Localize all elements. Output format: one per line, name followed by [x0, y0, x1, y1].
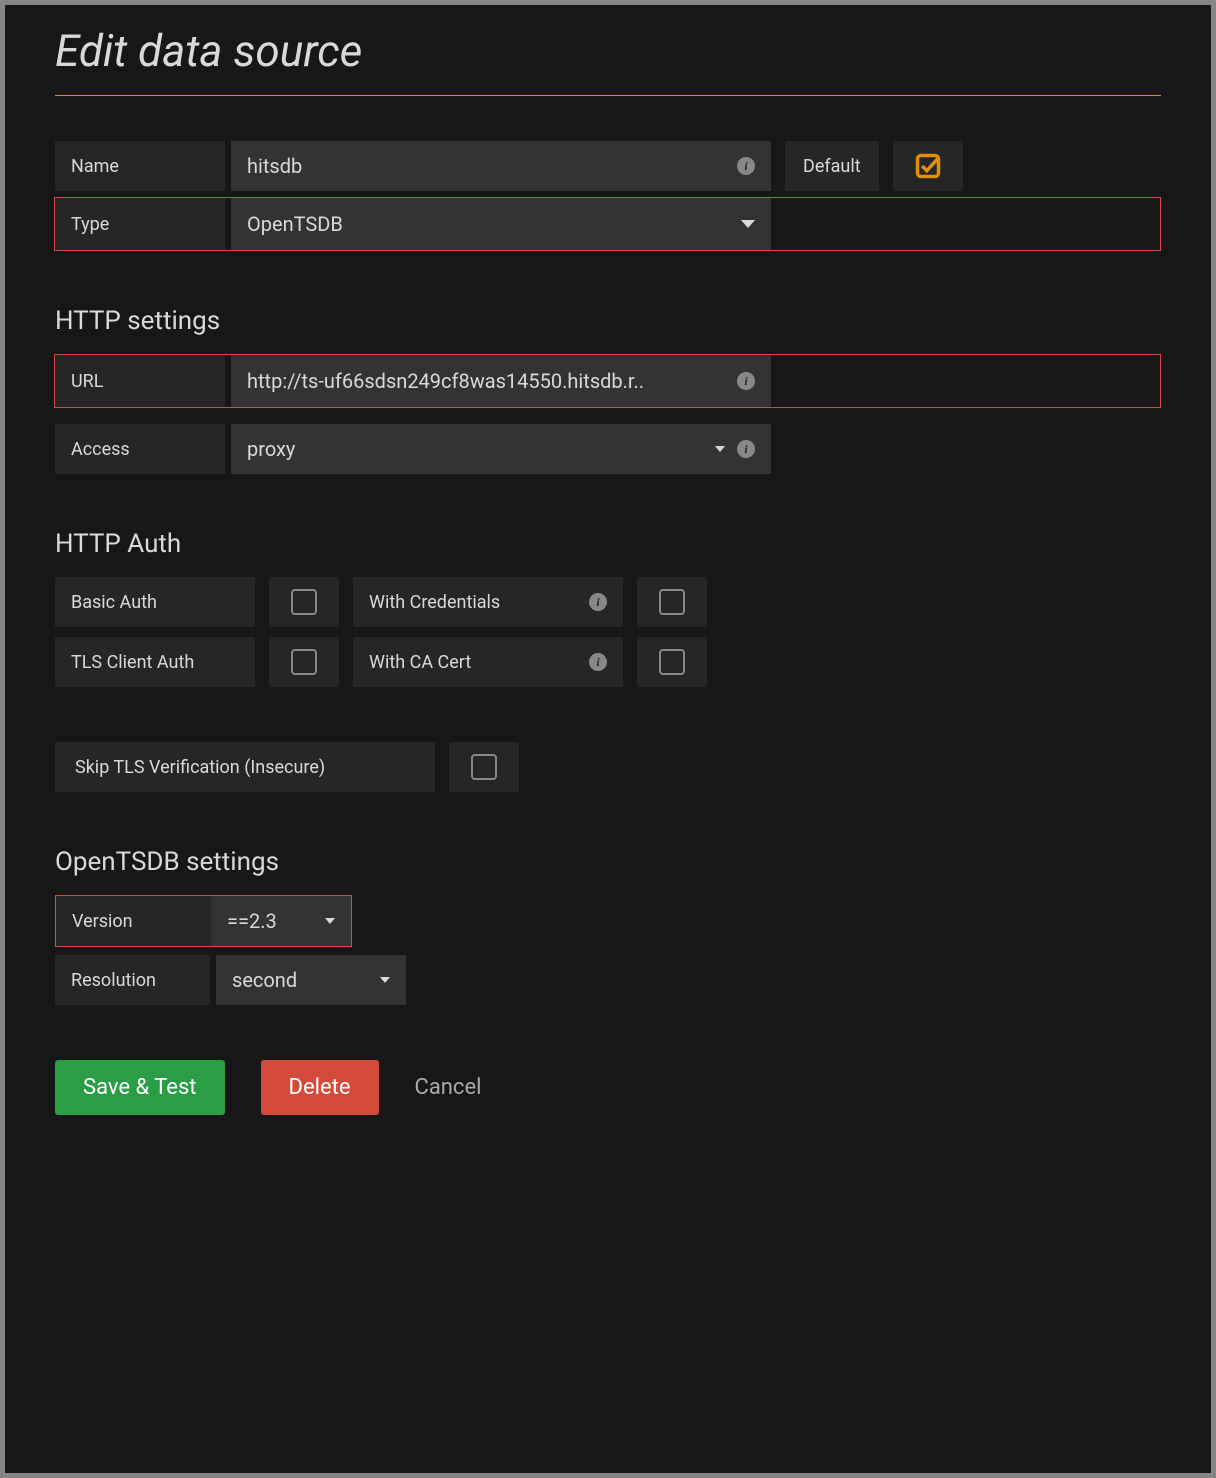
- basic-auth-label: Basic Auth: [55, 577, 255, 627]
- access-dropdown-value: proxy: [247, 437, 295, 461]
- url-label: URL: [55, 355, 225, 407]
- url-input-wrap: i: [231, 355, 771, 407]
- tls-client-auth-checkbox[interactable]: [291, 649, 317, 675]
- tls-client-auth-check-cell: [269, 637, 339, 687]
- url-input[interactable]: [247, 369, 745, 393]
- info-icon[interactable]: i: [737, 440, 755, 458]
- resolution-row: Resolution second: [55, 955, 1161, 1005]
- resolution-label: Resolution: [55, 955, 210, 1005]
- http-auth-header: HTTP Auth: [55, 529, 1161, 559]
- version-row: Version ==2.3: [55, 895, 352, 947]
- chevron-down-icon: [380, 977, 390, 983]
- info-icon[interactable]: i: [589, 653, 607, 671]
- with-ca-cert-text: With CA Cert: [369, 652, 471, 673]
- tls-client-auth-text: TLS Client Auth: [71, 652, 194, 673]
- info-icon[interactable]: i: [737, 157, 755, 175]
- skip-tls-row: Skip TLS Verification (Insecure): [55, 742, 1161, 792]
- skip-tls-checkbox[interactable]: [471, 754, 497, 780]
- basic-auth-text: Basic Auth: [71, 592, 157, 613]
- name-label: Name: [55, 141, 225, 191]
- chevron-down-icon: [715, 446, 725, 452]
- skip-tls-check-cell: [449, 742, 519, 792]
- http-settings-header: HTTP settings: [55, 306, 1161, 336]
- version-dropdown[interactable]: ==2.3: [211, 896, 351, 946]
- default-checkbox[interactable]: [914, 152, 942, 180]
- with-credentials-check-cell: [637, 577, 707, 627]
- tls-client-auth-label: TLS Client Auth: [55, 637, 255, 687]
- auth-row-2: TLS Client Auth With CA Cert i: [55, 637, 1161, 687]
- edit-data-source-page: Edit data source Name i Default Type Ope…: [0, 0, 1216, 1478]
- type-label: Type: [55, 198, 225, 250]
- name-input[interactable]: [247, 154, 729, 178]
- name-input-wrap: i: [231, 141, 771, 191]
- type-row: Type OpenTSDB: [54, 197, 1161, 251]
- name-row: Name i Default: [55, 141, 1161, 191]
- access-dropdown[interactable]: proxy i: [231, 424, 771, 474]
- access-row: Access proxy i: [55, 424, 1161, 474]
- version-label: Version: [56, 896, 211, 946]
- chevron-down-icon: [325, 918, 335, 924]
- action-buttons: Save & Test Delete Cancel: [55, 1060, 1161, 1115]
- basic-auth-check-cell: [269, 577, 339, 627]
- url-row: URL i: [54, 354, 1161, 408]
- resolution-dropdown-value: second: [232, 968, 297, 992]
- with-credentials-text: With Credentials: [369, 592, 500, 613]
- opentsdb-settings-header: OpenTSDB settings: [55, 847, 1161, 877]
- basic-auth-checkbox[interactable]: [291, 589, 317, 615]
- with-ca-cert-check-cell: [637, 637, 707, 687]
- type-dropdown[interactable]: OpenTSDB: [231, 198, 771, 250]
- info-icon[interactable]: i: [589, 593, 607, 611]
- save-test-button[interactable]: Save & Test: [55, 1060, 225, 1115]
- chevron-down-icon: [741, 220, 755, 228]
- auth-row-1: Basic Auth With Credentials i: [55, 577, 1161, 627]
- access-label: Access: [55, 424, 225, 474]
- page-title: Edit data source: [55, 25, 1161, 96]
- version-dropdown-value: ==2.3: [227, 909, 277, 933]
- default-checkbox-cell: [893, 141, 963, 191]
- http-auth-grid: Basic Auth With Credentials i TLS Client…: [55, 577, 1161, 687]
- delete-button[interactable]: Delete: [261, 1060, 379, 1115]
- resolution-dropdown[interactable]: second: [216, 955, 406, 1005]
- with-credentials-label: With Credentials i: [353, 577, 623, 627]
- info-icon[interactable]: i: [737, 372, 755, 390]
- with-ca-cert-label: With CA Cert i: [353, 637, 623, 687]
- with-credentials-checkbox[interactable]: [659, 589, 685, 615]
- skip-tls-label: Skip TLS Verification (Insecure): [55, 742, 435, 792]
- type-dropdown-value: OpenTSDB: [247, 212, 343, 236]
- with-ca-cert-checkbox[interactable]: [659, 649, 685, 675]
- cancel-button[interactable]: Cancel: [415, 1075, 482, 1100]
- default-label: Default: [785, 141, 879, 191]
